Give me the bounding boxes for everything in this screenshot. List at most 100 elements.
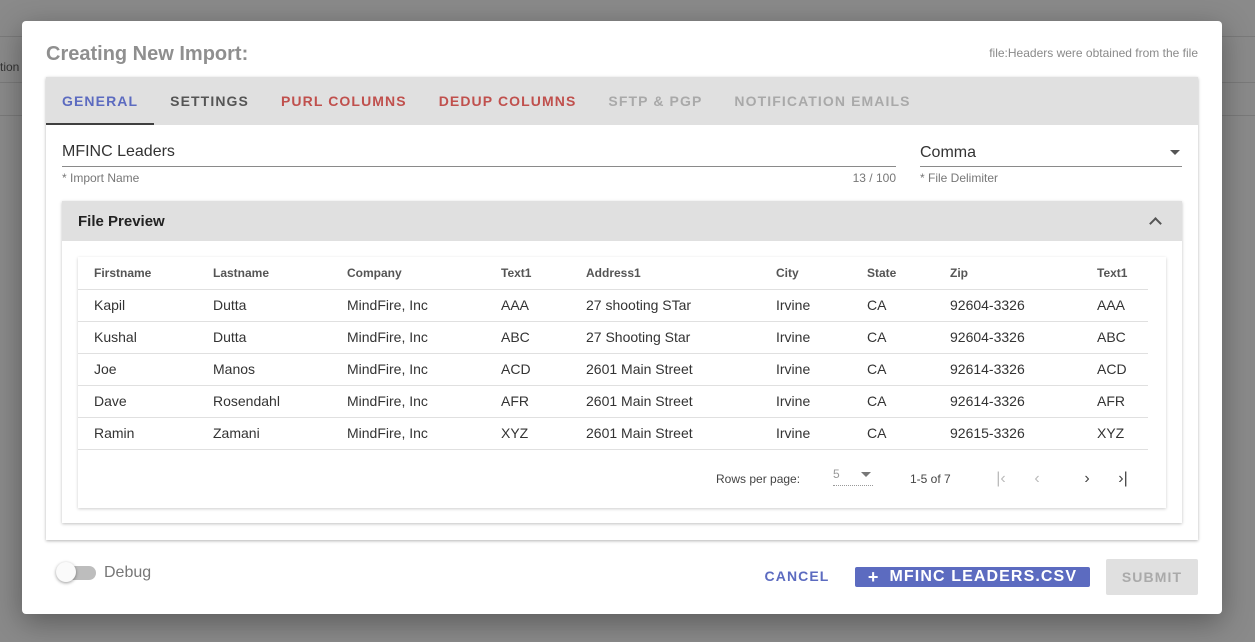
table-cell: Rosendahl — [197, 385, 331, 418]
submit-button[interactable]: SUBMIT — [1106, 559, 1198, 595]
table-cell: AAA — [1081, 289, 1148, 322]
import-name-field: MFINC Leaders * Import Name 13 / 100 — [62, 143, 896, 185]
table-cell: 2601 Main Street — [570, 385, 760, 418]
column-header[interactable]: Text1 — [485, 257, 570, 290]
page-range: 1-5 of 7 — [910, 472, 951, 486]
debug-switch[interactable] — [56, 562, 96, 582]
rows-per-page-select[interactable]: 5 — [833, 467, 873, 486]
previous-page-icon[interactable]: ‹ — [1025, 467, 1049, 491]
table-row: Joe Manos MindFire, Inc ACD 2601 Main St… — [78, 353, 1148, 386]
first-page-icon[interactable]: |‹ — [989, 467, 1013, 491]
import-dialog: Creating New Import: file:Headers were o… — [22, 21, 1222, 614]
table-cell: MindFire, Inc — [331, 353, 485, 386]
table-row: Kushal Dutta MindFire, Inc ABC 27 Shooti… — [78, 321, 1148, 354]
file-preview-title: File Preview — [78, 212, 165, 230]
table-cell: Dutta — [197, 289, 331, 322]
table-cell: ACD — [1081, 353, 1148, 386]
table-cell: ABC — [485, 321, 570, 354]
column-header[interactable]: Zip — [934, 257, 1081, 290]
import-name-label: * Import Name — [62, 171, 140, 185]
table-cell: Dutta — [197, 321, 331, 354]
next-page-icon[interactable]: › — [1075, 467, 1099, 491]
table-cell: 92604-3326 — [934, 289, 1081, 322]
import-card: GENERAL SETTINGS PURL COLUMNS DEDUP COLU… — [46, 77, 1198, 540]
dialog-title: Creating New Import: — [46, 43, 249, 65]
table-cell: Irvine — [760, 289, 851, 322]
table-row: Ramin Zamani MindFire, Inc XYZ 2601 Main… — [78, 417, 1148, 450]
tab-settings[interactable]: SETTINGS — [154, 77, 265, 125]
preview-table-card: Firstname Lastname Company Text1 Address… — [78, 257, 1166, 508]
chevron-down-icon — [1170, 150, 1180, 155]
preview-table: Firstname Lastname Company Text1 Address… — [78, 257, 1148, 450]
tab-sftp-pgp[interactable]: SFTP & PGP — [592, 77, 718, 125]
table-cell: CA — [851, 321, 934, 354]
last-page-icon[interactable]: ›| — [1111, 467, 1135, 491]
table-cell: Irvine — [760, 417, 851, 450]
column-header[interactable]: Text1 — [1081, 257, 1148, 290]
rows-per-page-label: Rows per page: — [716, 472, 801, 486]
table-cell: Ramin — [78, 417, 197, 450]
chevron-down-icon — [861, 471, 871, 477]
rows-per-page-value: 5 — [833, 467, 840, 481]
file-preview-panel: File Preview Firstname Lastname Company … — [62, 201, 1182, 523]
column-header[interactable]: Firstname — [78, 257, 197, 290]
debug-toggle[interactable]: Debug — [56, 562, 152, 582]
table-cell: Irvine — [760, 385, 851, 418]
table-cell: ABC — [1081, 321, 1148, 354]
file-delimiter-value: Comma — [920, 143, 977, 161]
table-cell: 92614-3326 — [934, 353, 1081, 386]
header-note: file:Headers were obtained from the file — [989, 46, 1198, 60]
tab-bar: GENERAL SETTINGS PURL COLUMNS DEDUP COLU… — [46, 77, 1198, 125]
table-cell: Irvine — [760, 321, 851, 354]
file-delimiter-select[interactable]: Comma — [920, 143, 1182, 167]
table-cell: 92604-3326 — [934, 321, 1081, 354]
column-header[interactable]: City — [760, 257, 851, 290]
upload-file-button[interactable]: + MFINC LEADERS.CSV — [855, 567, 1090, 587]
table-cell: MindFire, Inc — [331, 385, 485, 418]
column-header[interactable]: Lastname — [197, 257, 331, 290]
table-cell: CA — [851, 385, 934, 418]
table-header-row: Firstname Lastname Company Text1 Address… — [78, 257, 1148, 290]
tab-general[interactable]: GENERAL — [46, 77, 155, 125]
upload-file-label: MFINC LEADERS.CSV — [889, 568, 1078, 585]
file-delimiter-label: * File Delimiter — [920, 171, 999, 185]
pagination-bar: Rows per page: 5 1-5 of 7 |‹ ‹ › ›| — [78, 465, 1166, 493]
file-delimiter-field: Comma * File Delimiter — [920, 143, 1182, 185]
table-cell: 2601 Main Street — [570, 417, 760, 450]
debug-switch-thumb — [56, 562, 76, 582]
table-cell: MindFire, Inc — [331, 289, 485, 322]
table-cell: CA — [851, 417, 934, 450]
background-label: tion — [0, 60, 20, 74]
import-name-counter: 13 / 100 — [852, 171, 896, 185]
column-header[interactable]: State — [851, 257, 934, 290]
table-cell: MindFire, Inc — [331, 417, 485, 450]
debug-label: Debug — [104, 564, 152, 581]
tab-purl-columns[interactable]: PURL COLUMNS — [265, 77, 423, 125]
table-cell: Joe — [78, 353, 197, 386]
table-cell: 27 Shooting Star — [570, 321, 760, 354]
table-cell: AFR — [1081, 385, 1148, 418]
column-header[interactable]: Address1 — [570, 257, 760, 290]
tab-dedup-columns[interactable]: DEDUP COLUMNS — [423, 77, 593, 125]
cancel-button[interactable]: CANCEL — [757, 562, 837, 590]
table-cell: XYZ — [1081, 417, 1148, 450]
plus-icon: + — [867, 566, 880, 587]
table-cell: Kushal — [78, 321, 197, 354]
table-row: Dave Rosendahl MindFire, Inc AFR 2601 Ma… — [78, 385, 1148, 418]
table-cell: XYZ — [485, 417, 570, 450]
table-cell: AFR — [485, 385, 570, 418]
table-cell: AAA — [485, 289, 570, 322]
table-cell: 92614-3326 — [934, 385, 1081, 418]
table-cell: Irvine — [760, 353, 851, 386]
file-preview-header[interactable]: File Preview — [62, 201, 1182, 241]
chevron-up-icon[interactable] — [1149, 217, 1162, 230]
table-cell: CA — [851, 289, 934, 322]
table-cell: ACD — [485, 353, 570, 386]
column-header[interactable]: Company — [331, 257, 485, 290]
tab-notification-emails[interactable]: NOTIFICATION EMAILS — [718, 77, 926, 125]
table-cell: 92615-3326 — [934, 417, 1081, 450]
import-name-input[interactable]: MFINC Leaders — [62, 143, 896, 167]
table-cell: 27 shooting STar — [570, 289, 760, 322]
table-cell: 2601 Main Street — [570, 353, 760, 386]
table-row: Kapil Dutta MindFire, Inc AAA 27 shootin… — [78, 289, 1148, 322]
